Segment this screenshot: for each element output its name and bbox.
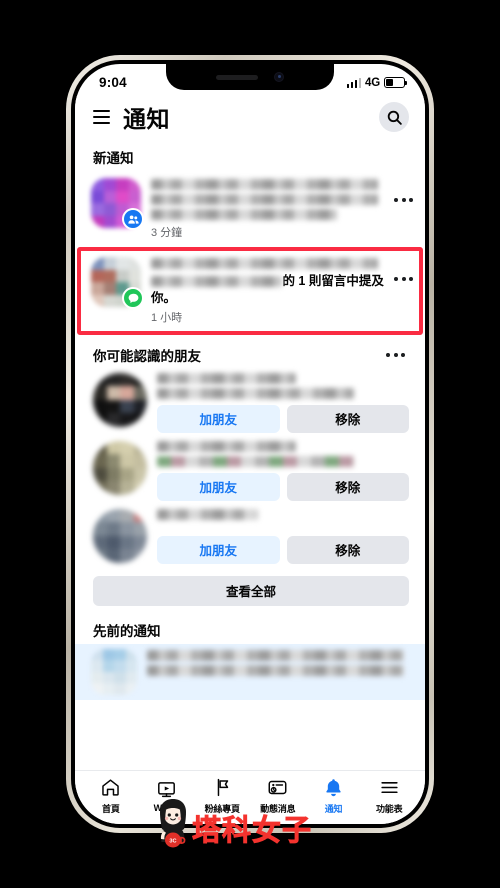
notification-body: 3 分鐘	[141, 178, 390, 240]
see-all-button[interactable]: 查看全部	[93, 575, 409, 606]
highlighted-notification-wrap: 的 1 則留言中提及 你。 1 小時	[75, 247, 425, 335]
notifications-feed[interactable]: 新通知 3 分鐘 的 1 則留言中提及 你。 1 小時 你可能認識的朋友 加朋友…	[75, 140, 425, 770]
pymk-item[interactable]: 加朋友 移除	[75, 369, 425, 437]
avatar	[93, 372, 147, 427]
pymk-actions: 加朋友 移除	[157, 535, 409, 564]
watch-play-icon	[156, 778, 177, 800]
nav-label: 首頁	[102, 803, 120, 814]
blurred-text-line	[151, 194, 379, 205]
blurred-text-line	[147, 664, 404, 676]
search-icon[interactable]	[379, 102, 409, 132]
notification-text-row: 的 1 則留言中提及	[151, 273, 390, 290]
battery-icon	[384, 77, 408, 88]
earlier-notification-item[interactable]	[75, 643, 425, 700]
device-notch	[166, 64, 334, 90]
nav-item-watch[interactable]: Watch	[139, 778, 195, 813]
avatar-wrap	[91, 648, 137, 695]
blurred-name	[157, 508, 258, 520]
nav-label: Watch	[153, 803, 180, 813]
nav-item-home[interactable]: 首頁	[83, 777, 139, 815]
notification-body: 的 1 則留言中提及 你。 1 小時	[141, 257, 390, 325]
notification-time: 3 分鐘	[151, 227, 183, 239]
ellipsis-icon[interactable]	[390, 192, 417, 208]
blurred-name	[157, 455, 354, 467]
home-icon	[100, 777, 121, 799]
blurred-name	[157, 440, 296, 452]
pymk-actions: 加朋友 移除	[157, 472, 409, 501]
pymk-body: 加朋友 移除	[147, 508, 409, 564]
pymk-item[interactable]: 加朋友 移除	[75, 437, 425, 505]
pymk-item[interactable]: 加朋友 移除	[75, 505, 425, 568]
nav-label: 動態消息	[260, 803, 296, 814]
avatar-wrap	[91, 257, 144, 309]
phone-screen: 9:04 4G 通知 新通知 3 分鐘 的 1 則留言中提及 你。 1 小時 你…	[75, 64, 425, 824]
notification-item-group[interactable]: 3 分鐘	[75, 171, 425, 247]
bell-icon	[323, 777, 344, 799]
section-header-earlier: 先前的通知	[75, 610, 425, 644]
status-indicators: 4G	[346, 72, 408, 89]
blurred-name	[157, 387, 354, 399]
menu-bars-icon	[379, 777, 400, 799]
notification-time: 1 小時	[151, 311, 183, 324]
page-title: 通知	[123, 106, 170, 132]
section-title-pymk: 你可能認識的朋友	[93, 348, 201, 364]
notification-menu-wrap	[390, 257, 417, 287]
blurred-text-line	[147, 649, 404, 661]
section-title-earlier: 先前的通知	[93, 623, 161, 639]
blurred-text-line	[151, 179, 379, 190]
svg-text:3C: 3C	[169, 839, 176, 845]
pymk-body: 加朋友 移除	[147, 372, 409, 433]
flag-icon	[212, 777, 233, 799]
ellipsis-icon[interactable]	[382, 347, 409, 363]
blurred-text-line	[151, 258, 379, 269]
notification-text: 的 1 則留言中提及	[282, 274, 384, 288]
nav-item-feed[interactable]: 動態消息	[250, 777, 306, 815]
phone-frame: 9:04 4G 通知 新通知 3 分鐘 的 1 則留言中提及 你。 1 小時 你…	[66, 55, 434, 833]
nav-label: 粉絲專頁	[204, 803, 240, 814]
front-camera-icon	[274, 72, 284, 82]
signal-strength-icon	[346, 78, 362, 88]
group-people-icon	[122, 208, 144, 230]
nav-item-notifications[interactable]: 通知	[306, 777, 362, 815]
add-friend-button[interactable]: 加朋友	[157, 404, 280, 433]
remove-button[interactable]: 移除	[286, 472, 409, 501]
notification-body	[137, 649, 417, 680]
earpiece-speaker	[216, 74, 258, 80]
see-all-wrap: 查看全部	[75, 568, 425, 610]
bottom-navigation[interactable]: 首頁 Watch 粉絲專頁 動態消息 通知 功能表	[75, 770, 425, 824]
notification-text-continued: 你。	[151, 290, 177, 305]
avatar	[93, 440, 147, 495]
avatar-wrap	[91, 178, 144, 230]
nav-item-pages[interactable]: 粉絲專頁	[194, 777, 250, 815]
add-friend-button[interactable]: 加朋友	[157, 472, 280, 501]
network-type-label: 4G	[365, 76, 380, 89]
nav-label: 功能表	[375, 803, 403, 814]
hamburger-icon[interactable]	[93, 110, 110, 124]
section-title-new: 新通知	[93, 151, 134, 166]
notification-menu-wrap	[390, 178, 417, 208]
app-header: 通知	[75, 96, 425, 140]
nav-item-menu[interactable]: 功能表	[361, 777, 417, 815]
remove-button[interactable]: 移除	[286, 535, 409, 564]
status-time: 9:04	[99, 75, 127, 90]
nav-label: 通知	[324, 803, 343, 814]
avatar	[93, 508, 147, 563]
section-header-new: 新通知	[75, 140, 425, 171]
pymk-body: 加朋友 移除	[147, 440, 409, 501]
notification-item-mention[interactable]: 的 1 則留言中提及 你。 1 小時	[75, 247, 425, 335]
screenshot-stage: 9:04 4G 通知 新通知 3 分鐘 的 1 則留言中提及 你。 1 小時 你…	[0, 0, 500, 888]
avatar	[91, 648, 137, 695]
phone-bezel: 9:04 4G 通知 新通知 3 分鐘 的 1 則留言中提及 你。 1 小時 你…	[71, 60, 429, 828]
ellipsis-icon[interactable]	[390, 271, 417, 287]
add-friend-button[interactable]: 加朋友	[157, 535, 280, 564]
blurred-name	[157, 372, 296, 384]
blurred-text-line	[151, 209, 338, 220]
pymk-actions: 加朋友 移除	[157, 404, 409, 433]
blurred-name	[151, 275, 283, 287]
comment-bubble-icon	[122, 287, 144, 309]
remove-button[interactable]: 移除	[286, 404, 409, 433]
feed-clock-icon	[267, 777, 288, 799]
section-header-pymk: 你可能認識的朋友	[75, 335, 425, 369]
